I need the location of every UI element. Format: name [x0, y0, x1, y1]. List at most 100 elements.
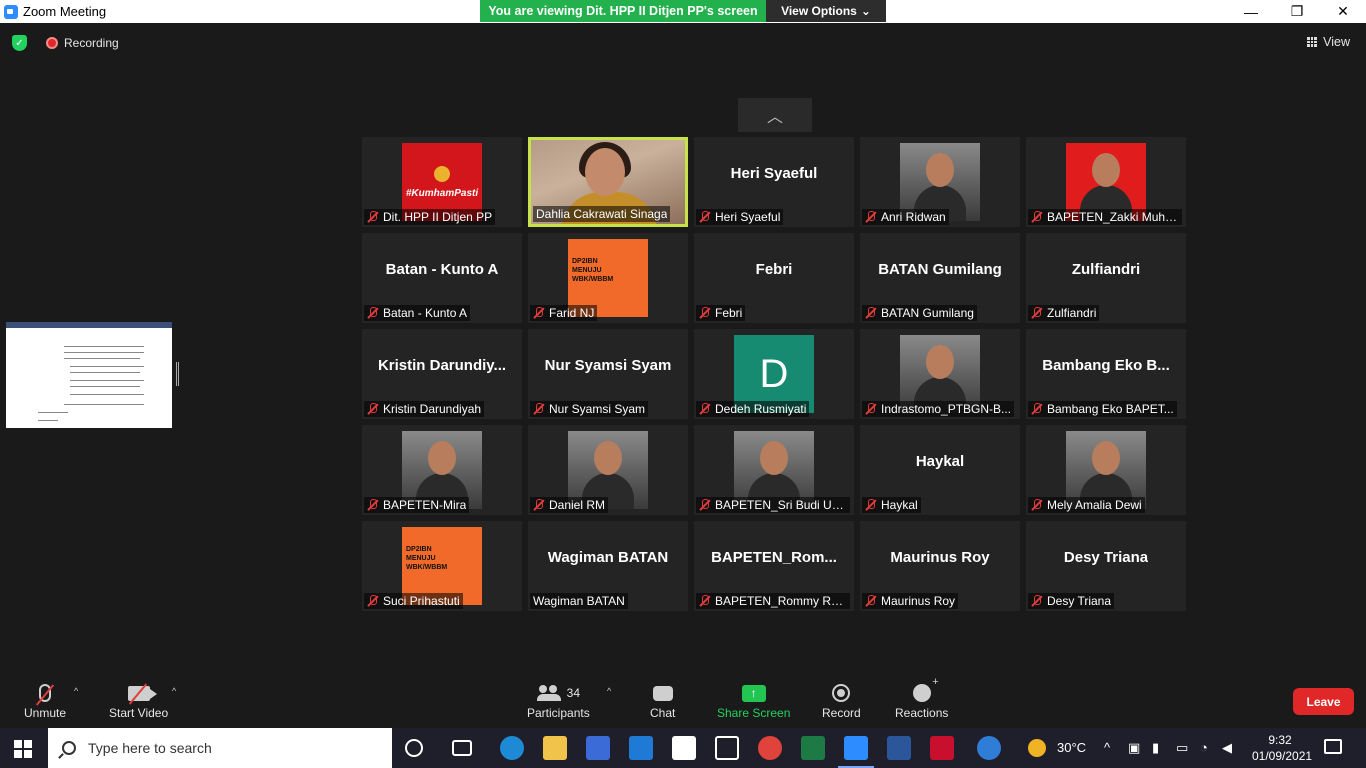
view-options-button[interactable]: View Options ⌄: [766, 0, 886, 22]
notification-center-icon[interactable]: [1324, 739, 1342, 754]
zoom-taskbar-icon[interactable]: [838, 736, 874, 768]
close-button[interactable]: ✕: [1320, 0, 1366, 23]
participant-tile[interactable]: Bambang Eko B... Bambang Eko BAPET...: [1026, 329, 1186, 419]
windows-start-icon[interactable]: [14, 740, 32, 758]
reactions-button[interactable]: Reactions: [895, 676, 948, 720]
participant-tile[interactable]: Indrastomo_PTBGN-B...: [860, 329, 1020, 419]
participant-tile[interactable]: BAPETEN_Rom... BAPETEN_Rommy Ra...: [694, 521, 854, 611]
excel-icon[interactable]: [801, 736, 825, 760]
participant-tile[interactable]: Batan - Kunto A Batan - Kunto A: [362, 233, 522, 323]
participant-tile[interactable]: Haykal Haykal: [860, 425, 1020, 515]
microphone-tray-icon[interactable]: ▮: [1152, 740, 1159, 756]
participant-name-label: Bambang Eko BAPET...: [1028, 401, 1177, 417]
weather-icon[interactable]: [1028, 739, 1046, 757]
participant-name-label: Kristin Darundiyah: [364, 401, 485, 417]
participant-tile[interactable]: Febri Febri: [694, 233, 854, 323]
help-icon[interactable]: [977, 736, 1001, 760]
participant-tile[interactable]: BAPETEN_Zakki Muha...: [1026, 137, 1186, 227]
tray-overflow-icon[interactable]: ^: [1104, 740, 1110, 755]
participant-name: Wagiman BATAN: [533, 594, 625, 608]
muted-microphone-icon: [699, 595, 711, 607]
participant-tile[interactable]: DP2IBN MENUJU WBK/WBBM Farid NJ: [528, 233, 688, 323]
participant-tile[interactable]: BAPETEN-Mira: [362, 425, 522, 515]
participant-name-label: Desy Triana: [1028, 593, 1115, 609]
participant-name-label: Dahlia Cakrawati Sinaga: [533, 206, 671, 222]
minimize-button[interactable]: —: [1228, 0, 1274, 23]
participant-tile[interactable]: Dahlia Cakrawati Sinaga: [528, 137, 688, 227]
weather-temperature[interactable]: 30°C: [1057, 740, 1086, 755]
encryption-shield-icon[interactable]: ✓: [12, 35, 27, 51]
start-video-label: Start Video: [109, 706, 169, 720]
system-clock[interactable]: 9:32 01/09/2021: [1252, 732, 1312, 764]
participant-tile[interactable]: Kristin Darundiy... Kristin Darundiyah: [362, 329, 522, 419]
word-icon[interactable]: [887, 736, 911, 760]
participant-name: Febri: [715, 306, 743, 320]
participant-tile[interactable]: Zulfiandri Zulfiandri: [1026, 233, 1186, 323]
task-view-icon[interactable]: [452, 740, 472, 756]
participant-display-name: Wagiman BATAN: [528, 521, 688, 593]
participant-tile[interactable]: Wagiman BATAN Wagiman BATAN: [528, 521, 688, 611]
participant-display-name-text: Wagiman BATAN: [547, 548, 669, 566]
shared-screen-thumbnail[interactable]: [6, 322, 172, 428]
participant-display-name-text: Kristin Darundiy...: [377, 356, 507, 374]
participant-display-name: Haykal: [860, 425, 1020, 497]
gallery-page-up-button[interactable]: ︿: [738, 98, 812, 132]
participant-tile[interactable]: Desy Triana Desy Triana: [1026, 521, 1186, 611]
participant-name: Nur Syamsi Syam: [549, 402, 646, 416]
participant-name-label: Haykal: [862, 497, 921, 513]
profile-picture-text: D: [759, 351, 789, 396]
share-screen-button[interactable]: ↑ Share Screen: [717, 680, 790, 720]
participant-tile[interactable]: BATAN Gumilang BATAN Gumilang: [860, 233, 1020, 323]
participant-tile[interactable]: D Dedeh Rusmiyati: [694, 329, 854, 419]
volume-icon[interactable]: ◀: [1222, 740, 1232, 756]
participant-tile[interactable]: Heri Syaeful Heri Syaeful: [694, 137, 854, 227]
participant-tile[interactable]: BAPETEN_Sri Budi Uta...: [694, 425, 854, 515]
cortana-icon[interactable]: [405, 739, 423, 757]
start-video-button[interactable]: Start Video: [109, 680, 168, 720]
record-button[interactable]: Record: [822, 680, 861, 720]
wifi-icon[interactable]: ◔: [1200, 740, 1208, 755]
participant-display-name: Bambang Eko B...: [1026, 329, 1186, 401]
participant-name-label: BATAN Gumilang: [862, 305, 977, 321]
view-button[interactable]: View: [1307, 35, 1350, 49]
participant-tile[interactable]: Mely Amalia Dewi: [1026, 425, 1186, 515]
participant-tile[interactable]: Nur Syamsi Syam Nur Syamsi Syam: [528, 329, 688, 419]
battery-icon[interactable]: ▭: [1176, 740, 1188, 756]
leave-button[interactable]: Leave: [1293, 688, 1354, 715]
dropbox-icon[interactable]: [672, 736, 696, 760]
muted-microphone-icon: [699, 307, 711, 319]
participant-name: Dedeh Rusmiyati: [715, 402, 807, 416]
muted-microphone-icon: [367, 499, 379, 511]
participants-button[interactable]: 34 Participants: [527, 680, 590, 720]
participant-tile[interactable]: Anri Ridwan: [860, 137, 1020, 227]
muted-microphone-icon: [865, 403, 877, 415]
audio-options-caret[interactable]: ^: [74, 686, 78, 696]
taskbar-search-box[interactable]: Type here to search: [48, 728, 392, 768]
mail-icon[interactable]: [629, 736, 653, 760]
participant-name-label: Heri Syaeful: [696, 209, 784, 225]
microsoft-store-icon[interactable]: [586, 736, 610, 760]
participant-name: BAPETEN_Zakki Muha...: [1047, 210, 1179, 224]
mcafee-icon[interactable]: [930, 736, 954, 760]
participant-display-name-text: Bambang Eko B...: [1042, 356, 1170, 374]
participants-options-caret[interactable]: ^: [607, 686, 611, 696]
recording-indicator[interactable]: Recording: [46, 36, 119, 50]
chrome-browser-icon[interactable]: [758, 736, 782, 760]
participant-name: Batan - Kunto A: [383, 306, 468, 320]
chat-button[interactable]: Chat: [650, 680, 675, 720]
participant-tile[interactable]: #KumhamPasti Dit. HPP II Ditjen PP: [362, 137, 522, 227]
network-adapter-icon[interactable]: ▣: [1128, 740, 1140, 756]
window-title: Zoom Meeting: [23, 4, 107, 19]
file-explorer-icon[interactable]: [543, 736, 567, 760]
maximize-button[interactable]: ❐: [1274, 0, 1320, 23]
participant-tile[interactable]: Maurinus Roy Maurinus Roy: [860, 521, 1020, 611]
video-options-caret[interactable]: ^: [172, 686, 176, 696]
edge-browser-icon[interactable]: [500, 736, 524, 760]
profile-picture-text: #KumhamPasti: [405, 187, 479, 199]
lightning-app-icon[interactable]: [715, 736, 739, 760]
thumbnail-resize-handle[interactable]: [176, 362, 179, 386]
participant-display-name: Maurinus Roy: [860, 521, 1020, 593]
unmute-button[interactable]: Unmute: [24, 680, 66, 720]
participant-tile[interactable]: DP2IBN MENUJU WBK/WBBM Suci Prihastuti: [362, 521, 522, 611]
participant-tile[interactable]: Daniel RM: [528, 425, 688, 515]
